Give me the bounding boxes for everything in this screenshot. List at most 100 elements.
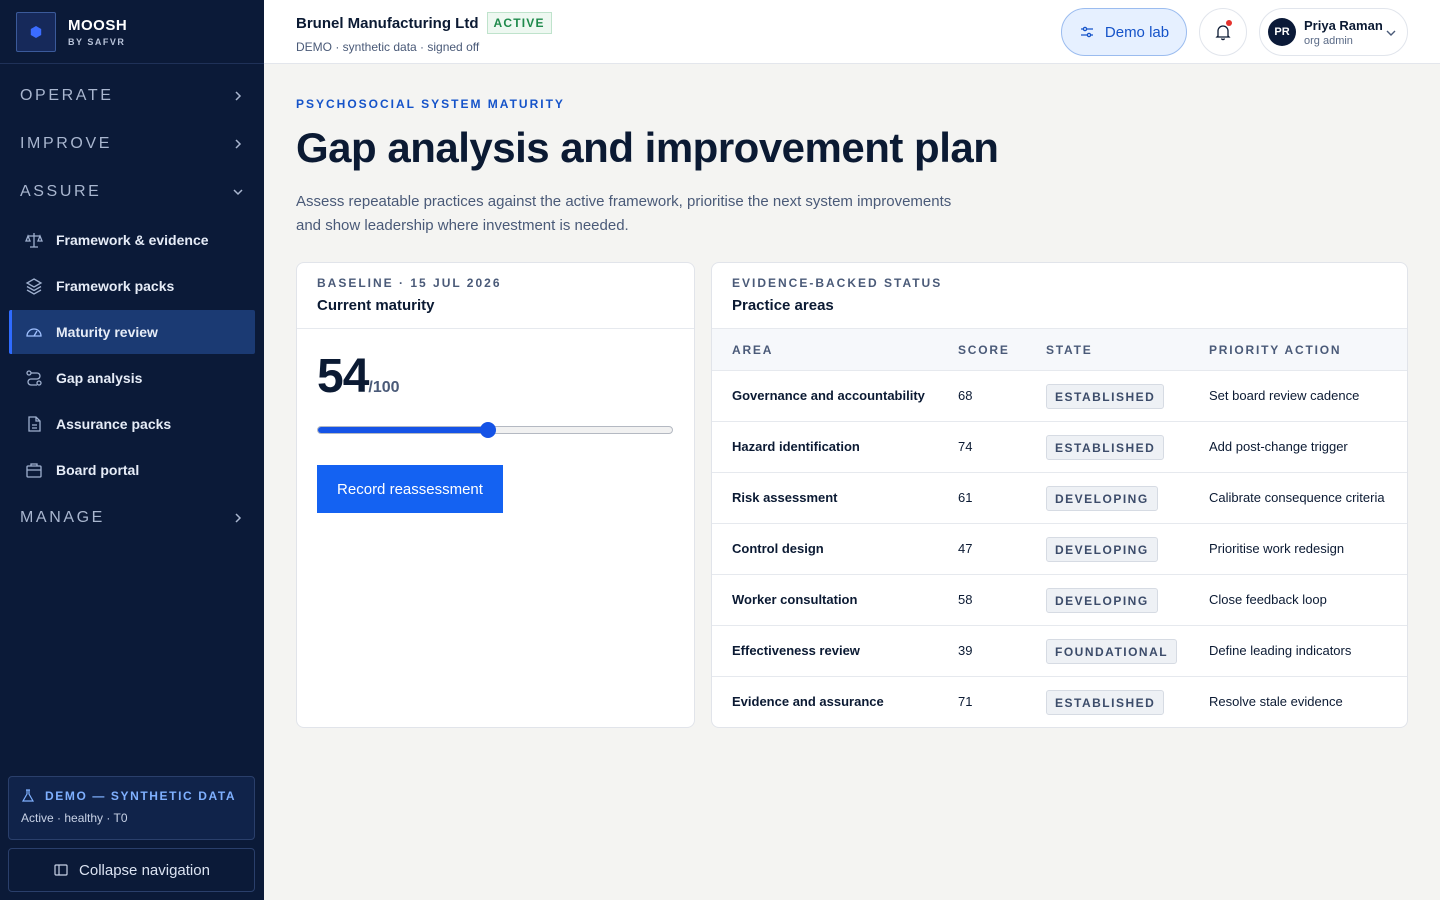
user-menu[interactable]: PR Priya Raman org admin xyxy=(1259,8,1408,56)
score-cell: 39 xyxy=(958,643,973,658)
nav-section-manage[interactable]: MANAGE xyxy=(0,494,264,542)
sidebar-item-maturity-review[interactable]: Maturity review xyxy=(9,310,255,354)
score-value: 54 xyxy=(317,350,369,403)
sidebar-item-label: Maturity review xyxy=(56,324,158,340)
sidebar-item-label: Framework & evidence xyxy=(56,232,209,248)
score-max: /100 xyxy=(368,379,400,396)
score-cell: 47 xyxy=(958,541,973,556)
collapse-label: Collapse navigation xyxy=(79,861,210,879)
layers-icon xyxy=(24,276,44,296)
action-cell: Add post-change trigger xyxy=(1209,439,1348,454)
table-row[interactable]: Risk assessment 61 DEVELOPING Calibrate … xyxy=(712,473,1407,524)
area-cell: Worker consultation xyxy=(732,592,858,607)
area-cell: Effectiveness review xyxy=(732,643,860,658)
sidebar: MOOSH BY SAFVR OPERATE IMPROVE ASSURE Fr… xyxy=(0,0,264,900)
state-badge: ESTABLISHED xyxy=(1046,384,1165,409)
table-row[interactable]: Evidence and assurance 71 ESTABLISHED Re… xyxy=(712,677,1407,727)
chevron-down-icon xyxy=(233,189,243,196)
slider-thumb[interactable] xyxy=(479,422,496,438)
card-title: Practice areas xyxy=(732,297,834,314)
nav-section-label: IMPROVE xyxy=(20,135,112,152)
column-header-score: SCORE xyxy=(958,343,1010,357)
state-badge: FOUNDATIONAL xyxy=(1046,639,1178,664)
sidebar-item-framework-evidence[interactable]: Framework & evidence xyxy=(9,218,255,262)
sidebar-item-label: Gap analysis xyxy=(56,370,143,386)
nav-section-assure[interactable]: ASSURE xyxy=(0,168,264,216)
nav-section-label: MANAGE xyxy=(20,509,105,526)
action-cell: Calibrate consequence criteria xyxy=(1209,490,1385,505)
state-badge: DEVELOPING xyxy=(1046,588,1158,613)
org-switcher[interactable]: Brunel Manufacturing Ltd ACTIVE DEMO · s… xyxy=(296,12,552,54)
brand-logo-icon xyxy=(16,11,56,52)
nav-section-label: OPERATE xyxy=(20,87,114,104)
notifications-button[interactable] xyxy=(1199,8,1247,56)
card-eyebrow: BASELINE · 15 JUL 2026 xyxy=(317,276,502,290)
area-cell: Control design xyxy=(732,541,824,556)
column-header-priority-action: PRIORITY ACTION xyxy=(1209,343,1342,357)
chevron-down-icon xyxy=(1386,30,1396,36)
notification-dot xyxy=(1226,20,1232,26)
nav-section-improve[interactable]: IMPROVE xyxy=(0,120,264,168)
table-row[interactable]: Hazard identification 74 ESTABLISHED Add… xyxy=(712,422,1407,473)
table-row[interactable]: Effectiveness review 39 FOUNDATIONAL Def… xyxy=(712,626,1407,677)
nav-section-operate[interactable]: OPERATE xyxy=(0,72,264,120)
action-cell: Close feedback loop xyxy=(1209,592,1327,607)
maturity-slider[interactable] xyxy=(317,422,673,438)
practice-areas-card: EVIDENCE-BACKED STATUS Practice areas AR… xyxy=(711,262,1408,728)
table-header: AREA SCORE STATE PRIORITY ACTION xyxy=(712,329,1407,371)
column-header-state: STATE xyxy=(1046,343,1093,357)
score-cell: 58 xyxy=(958,592,973,607)
score-cell: 74 xyxy=(958,439,973,454)
brand-sub: BY SAFVR xyxy=(68,36,126,47)
table-row[interactable]: Control design 47 DEVELOPING Prioritise … xyxy=(712,524,1407,575)
briefcase-icon xyxy=(24,460,44,480)
sidebar-item-assurance-packs[interactable]: Assurance packs xyxy=(9,402,255,446)
current-maturity-card: BASELINE · 15 JUL 2026 Current maturity … xyxy=(296,262,695,728)
action-cell: Define leading indicators xyxy=(1209,643,1352,658)
demo-status: Active · healthy · T0 xyxy=(21,811,128,825)
sidebar-panel-icon xyxy=(54,864,68,876)
score-cell: 71 xyxy=(958,694,973,709)
sliders-icon xyxy=(1080,26,1093,38)
score-cell: 68 xyxy=(958,388,973,403)
state-badge: ESTABLISHED xyxy=(1046,690,1165,715)
demo-lab-button[interactable]: Demo lab xyxy=(1061,8,1187,56)
demo-lab-label: Demo lab xyxy=(1104,23,1170,41)
area-cell: Evidence and assurance xyxy=(732,694,884,709)
record-reassessment-button[interactable]: Record reassessment xyxy=(317,465,503,513)
user-role: org admin xyxy=(1304,34,1353,47)
page-eyebrow: PSYCHOSOCIAL SYSTEM MATURITY xyxy=(296,97,565,111)
avatar: PR xyxy=(1268,18,1296,46)
score-cell: 61 xyxy=(958,490,973,505)
scales-icon xyxy=(24,230,44,250)
demo-status-box: DEMO — SYNTHETIC DATA Active · healthy ·… xyxy=(8,776,255,840)
collapse-navigation-button[interactable]: Collapse navigation xyxy=(8,848,255,892)
page-description: Assess repeatable practices against the … xyxy=(296,193,952,234)
org-name: Brunel Manufacturing Ltd xyxy=(296,14,479,32)
action-cell: Set board review cadence xyxy=(1209,388,1360,403)
state-badge: DEVELOPING xyxy=(1046,537,1158,562)
status-badge: ACTIVE xyxy=(486,12,552,34)
page-title: Gap analysis and improvement plan xyxy=(296,124,999,171)
table-row[interactable]: Worker consultation 58 DEVELOPING Close … xyxy=(712,575,1407,626)
demo-title: DEMO — SYNTHETIC DATA xyxy=(45,789,237,803)
area-cell: Governance and accountability xyxy=(732,388,925,403)
sidebar-item-gap-analysis[interactable]: Gap analysis xyxy=(9,356,255,400)
sidebar-item-label: Board portal xyxy=(56,462,140,478)
sidebar-item-board-portal[interactable]: Board portal xyxy=(9,448,255,492)
maturity-score: 54 /100 xyxy=(317,349,400,404)
sidebar-item-label: Framework packs xyxy=(56,278,175,294)
card-eyebrow: EVIDENCE-BACKED STATUS xyxy=(732,276,943,290)
area-cell: Risk assessment xyxy=(732,490,838,505)
chevron-right-icon xyxy=(235,139,242,149)
table-row[interactable]: Governance and accountability 68 ESTABLI… xyxy=(712,371,1407,422)
route-icon xyxy=(24,368,44,388)
gauge-icon xyxy=(24,322,44,342)
document-icon xyxy=(24,414,44,434)
slider-fill xyxy=(318,427,488,433)
sidebar-item-framework-packs[interactable]: Framework packs xyxy=(9,264,255,308)
column-header-area: AREA xyxy=(732,343,774,357)
brand[interactable]: MOOSH BY SAFVR xyxy=(0,0,264,64)
sidebar-item-label: Assurance packs xyxy=(56,416,172,432)
action-cell: Resolve stale evidence xyxy=(1209,694,1343,709)
